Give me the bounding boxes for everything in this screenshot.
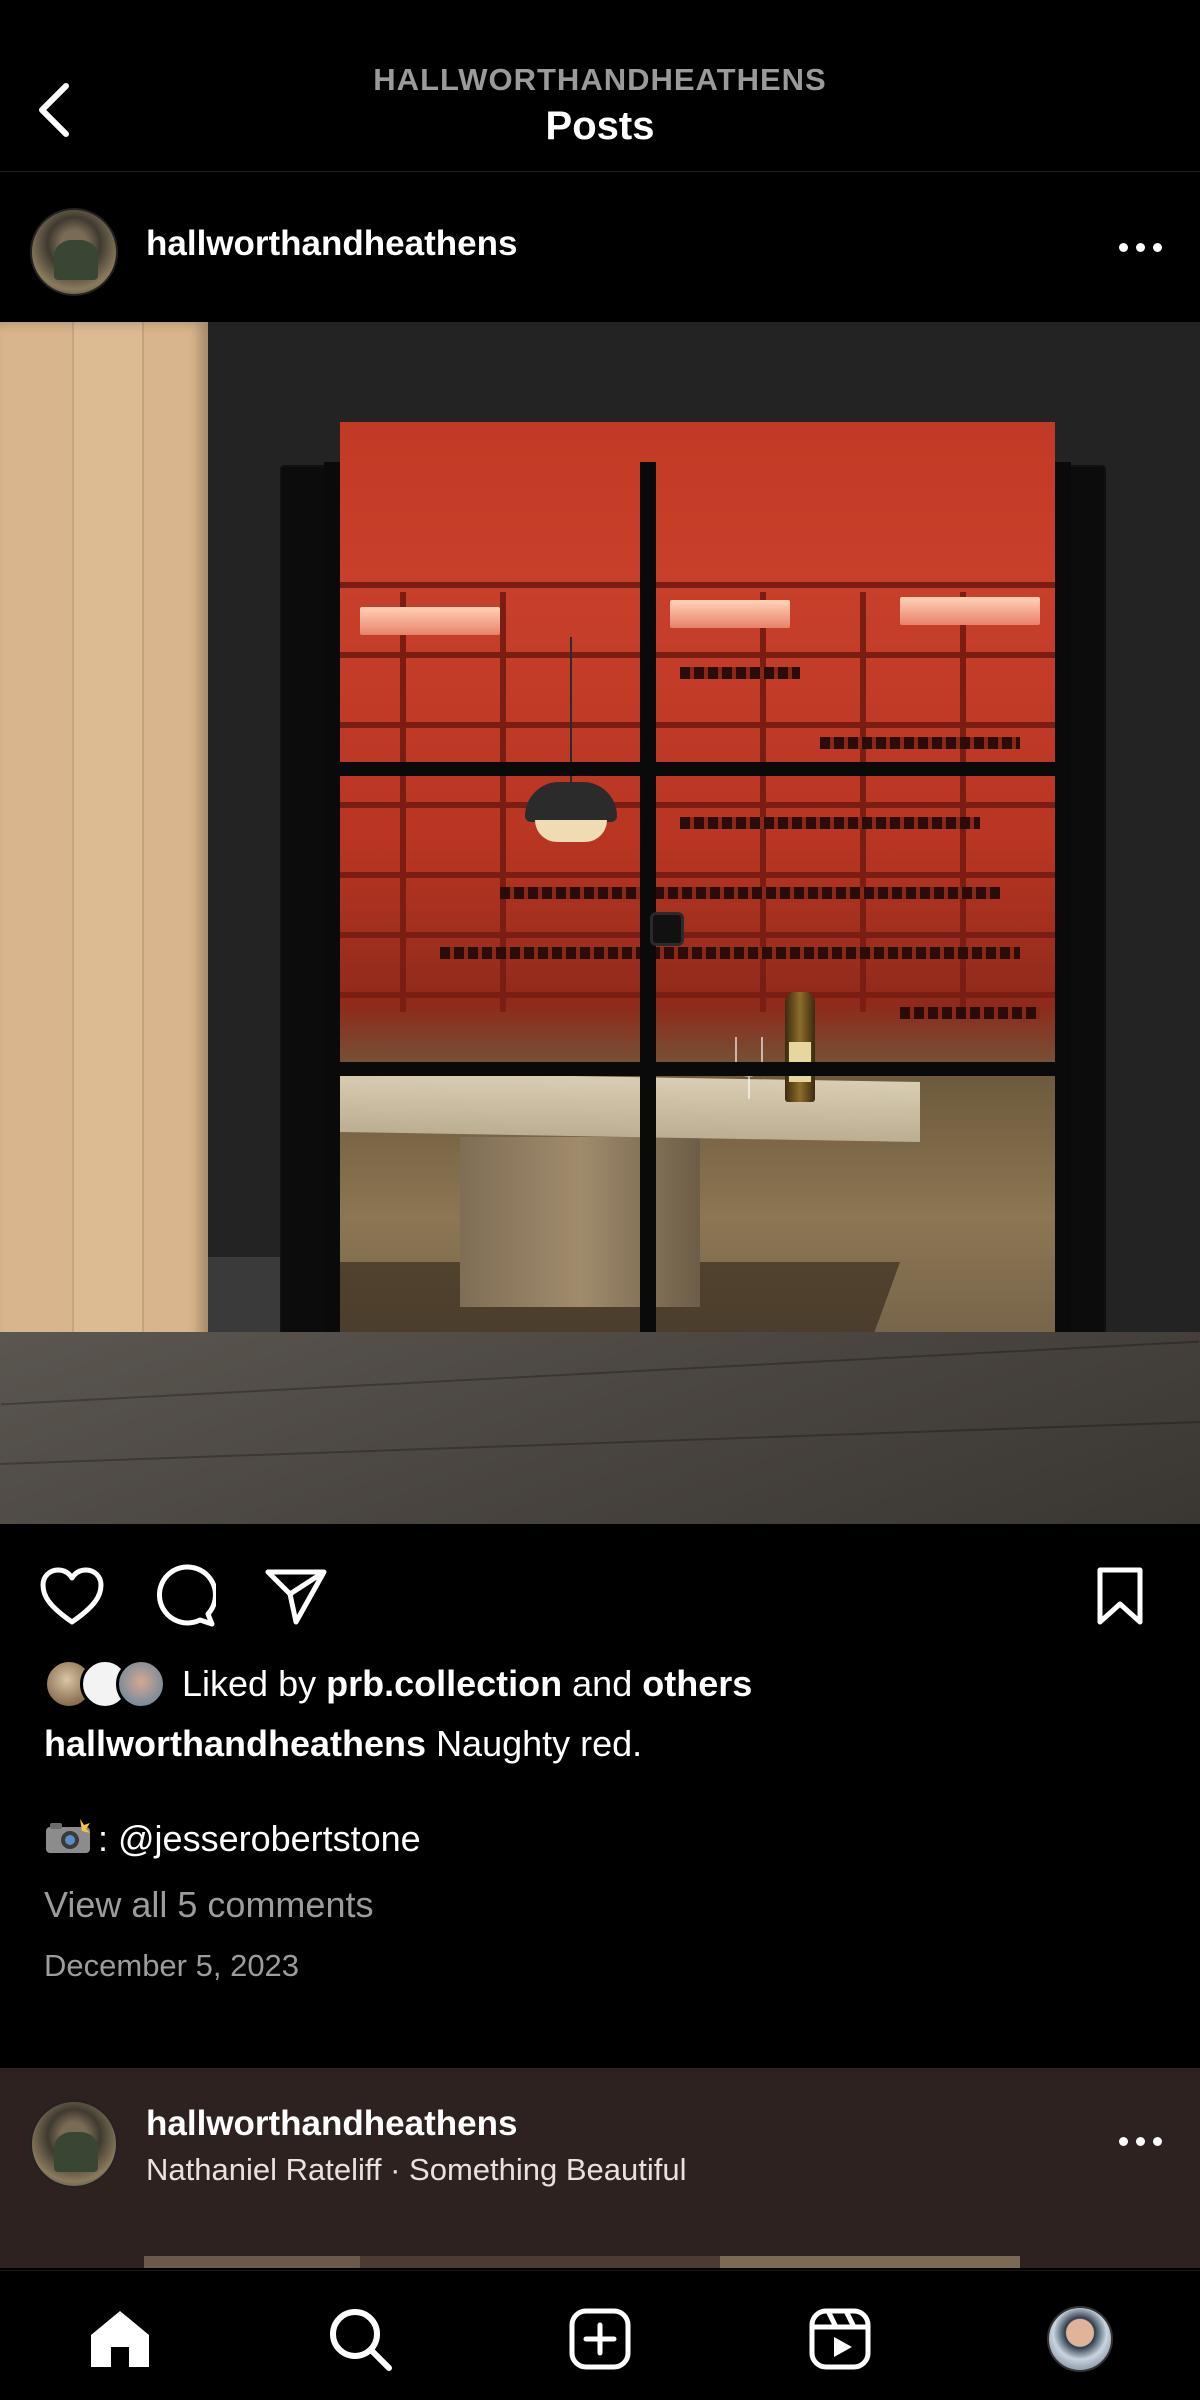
more-dot-icon bbox=[1152, 2136, 1162, 2146]
search-icon bbox=[330, 2309, 392, 2371]
photo-shelf-light bbox=[670, 600, 790, 628]
post-author-avatar[interactable] bbox=[30, 208, 118, 296]
photo-pendant-glow bbox=[535, 820, 607, 842]
liker-avatars bbox=[44, 1659, 166, 1709]
photo-shelf-post bbox=[400, 592, 406, 1012]
photo-shelf bbox=[340, 872, 1055, 878]
more-dot-icon bbox=[1118, 2136, 1128, 2146]
photo-floor-tile-line bbox=[0, 1340, 1200, 1406]
photo-door-rail bbox=[324, 762, 1069, 776]
page-title: Posts bbox=[545, 104, 655, 148]
next-post-header: hallworthandheathens Nathaniel Rateliff … bbox=[0, 2068, 1200, 2268]
next-post-options-button[interactable] bbox=[1110, 2116, 1170, 2166]
more-dot-icon bbox=[1135, 242, 1145, 252]
post-header: hallworthandheathens bbox=[0, 172, 1200, 322]
photo-shelf bbox=[340, 652, 1055, 658]
create-icon bbox=[569, 2308, 631, 2370]
credit-text[interactable]: : @jesserobertstone bbox=[98, 1818, 421, 1859]
next-post-author-avatar[interactable] bbox=[30, 2100, 118, 2188]
caption-text: Naughty red. bbox=[436, 1723, 643, 1764]
comment-button[interactable] bbox=[146, 1558, 222, 1634]
camera-flash-icon bbox=[44, 1819, 92, 1855]
photo-glass-stem bbox=[748, 1077, 750, 1099]
post-author-username[interactable]: hallworthandheathens bbox=[146, 224, 517, 264]
photo-baseboard bbox=[208, 1257, 288, 1332]
post-image[interactable] bbox=[0, 322, 1200, 1524]
photo-bottle-row bbox=[680, 817, 980, 829]
bottom-navigation bbox=[0, 2270, 1200, 2400]
photo-stone-table bbox=[340, 1071, 920, 1143]
photo-shelf bbox=[340, 802, 1055, 808]
photo-credit: : @jesserobertstone bbox=[44, 1818, 421, 1860]
photo-bottle-row bbox=[440, 947, 1020, 959]
like-button[interactable] bbox=[34, 1558, 110, 1634]
heart-icon bbox=[40, 1567, 104, 1625]
next-post-username[interactable]: hallworthandheathens bbox=[146, 2104, 517, 2144]
home-icon bbox=[91, 2311, 149, 2367]
photo-pendant-lamp bbox=[525, 782, 617, 822]
liker-avatar bbox=[116, 1659, 166, 1709]
nav-search[interactable] bbox=[320, 2299, 400, 2379]
comment-icon bbox=[156, 1564, 216, 1627]
photo-shelf-light bbox=[360, 607, 500, 635]
post-caption: hallworthandheathens Naughty red. bbox=[44, 1722, 642, 1766]
likes-joiner: and bbox=[572, 1663, 633, 1704]
post-options-button[interactable] bbox=[1110, 222, 1170, 272]
likes-others-link[interactable]: others bbox=[642, 1663, 752, 1705]
more-dot-icon bbox=[1152, 242, 1162, 252]
nav-profile[interactable] bbox=[1040, 2299, 1120, 2379]
save-button[interactable] bbox=[1082, 1558, 1158, 1634]
next-post-music[interactable]: Nathaniel Rateliff · Something Beautiful bbox=[146, 2152, 687, 2188]
bookmark-icon bbox=[1097, 1567, 1143, 1625]
photo-shelf bbox=[340, 582, 1055, 588]
view-comments-link[interactable]: View all 5 comments bbox=[44, 1884, 373, 1926]
photo-shelf-light bbox=[900, 597, 1040, 625]
reels-icon bbox=[809, 2308, 871, 2370]
nav-reels[interactable] bbox=[800, 2299, 880, 2379]
photo-table-base bbox=[460, 1137, 700, 1307]
photo-shelf bbox=[340, 722, 1055, 728]
photo-door-rail bbox=[324, 1062, 1069, 1076]
photo-shelf bbox=[340, 992, 1055, 998]
photo-floor bbox=[0, 1332, 1200, 1524]
more-dot-icon bbox=[1135, 2136, 1145, 2146]
share-icon bbox=[265, 1569, 327, 1625]
next-post-image-preview[interactable] bbox=[0, 2256, 1200, 2268]
post-date: December 5, 2023 bbox=[44, 1948, 300, 1983]
more-dot-icon bbox=[1118, 242, 1128, 252]
likes-user-link[interactable]: prb.collection bbox=[326, 1663, 562, 1705]
photo-floor-tile-line bbox=[0, 1421, 1200, 1465]
nav-create[interactable] bbox=[560, 2299, 640, 2379]
photo-wine-cellar bbox=[340, 422, 1055, 1482]
photo-bottle-row bbox=[820, 737, 1020, 749]
photo-wood-panel bbox=[0, 322, 208, 1412]
photo-shelf bbox=[340, 932, 1055, 938]
caption-username[interactable]: hallworthandheathens bbox=[44, 1723, 426, 1764]
share-button[interactable] bbox=[258, 1558, 334, 1634]
photo-bottle-row bbox=[680, 667, 800, 679]
photo-bottle-row bbox=[900, 1007, 1040, 1019]
photo-door-handle bbox=[650, 912, 684, 946]
photo-bottle-row bbox=[500, 887, 1000, 899]
likes-summary[interactable]: Liked by prb.collection and others bbox=[44, 1656, 752, 1712]
post-actions-bar bbox=[0, 1524, 1200, 1654]
top-header: HALLWORTHANDHEATHENS Posts bbox=[0, 0, 1200, 172]
nav-home[interactable] bbox=[80, 2299, 160, 2379]
header-account-name: HALLWORTHANDHEATHENS bbox=[373, 62, 827, 97]
profile-avatar bbox=[1047, 2306, 1113, 2372]
likes-prefix: Liked by bbox=[182, 1663, 317, 1704]
